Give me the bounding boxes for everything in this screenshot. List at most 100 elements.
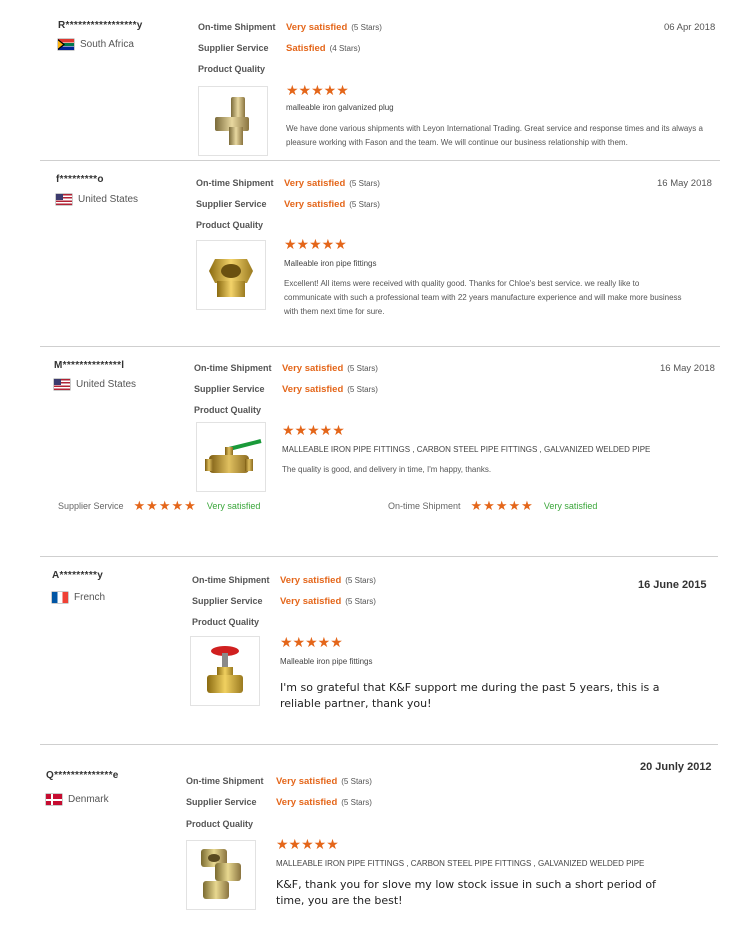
country-name: French xyxy=(74,592,106,603)
ontime-label: On-time Shipment xyxy=(192,575,270,585)
supplier-value: Satisfied (4 Stars) xyxy=(286,43,360,54)
summary-label: Supplier Service xyxy=(58,501,124,511)
buyer-name: f*********o xyxy=(56,174,104,185)
review-date: 16 May 2018 xyxy=(660,363,715,374)
galvanized-plug-icon xyxy=(215,97,249,145)
quality-label: Product Quality xyxy=(198,64,266,74)
buyer-country: United States xyxy=(54,379,136,390)
review-card: Q**************e Denmark On-time Shipmen… xyxy=(0,744,750,926)
product-name[interactable]: malleable iron galvanized plug xyxy=(286,103,394,112)
product-name[interactable]: Malleable iron pipe fittings xyxy=(280,657,373,666)
buyer-name: R*****************y xyxy=(58,20,143,31)
supplier-label: Supplier Service xyxy=(198,43,269,53)
quality-label: Product Quality xyxy=(194,405,262,415)
review-comment: We have done various shipments with Leyo… xyxy=(286,124,703,147)
product-name[interactable]: Malleable iron pipe fittings xyxy=(284,259,377,268)
ontime-value: Very satisfied (5 Stars) xyxy=(284,178,380,189)
rating-text: Very satisfied xyxy=(284,178,346,189)
supplier-label: Supplier Service xyxy=(186,797,257,807)
product-thumbnail[interactable] xyxy=(186,840,256,910)
supplier-label: Supplier Service xyxy=(194,384,265,394)
rating-text: Very satisfied xyxy=(282,384,344,395)
supplier-service-summary: Supplier Service ★★★★★ Very satisfied xyxy=(58,498,260,514)
product-name[interactable]: MALLEABLE IRON PIPE FITTINGS , CARBON ST… xyxy=(276,859,644,868)
quality-stars: ★★★★★ xyxy=(284,236,347,252)
rating-text: Satisfied xyxy=(286,43,326,54)
review-comment: K&F, thank you for slove my low stock is… xyxy=(276,878,656,907)
product-thumbnail[interactable] xyxy=(198,86,268,156)
rating-text: Very satisfied xyxy=(286,22,348,33)
review-date: 20 Junly 2012 xyxy=(640,761,712,773)
gate-valve-icon xyxy=(207,646,243,693)
star-count: (5 Stars) xyxy=(345,597,376,606)
quality-label: Product Quality xyxy=(186,819,254,829)
review-date: 16 June 2015 xyxy=(638,579,707,591)
ontime-value: Very satisfied (5 Stars) xyxy=(276,776,372,787)
review-card: A*********y French On-time Shipment Very… xyxy=(0,556,750,744)
quality-label: Product Quality xyxy=(192,617,260,627)
buyer-name: Q**************e xyxy=(46,770,119,781)
rating-text: Very satisfied xyxy=(282,363,344,374)
country-name: Denmark xyxy=(68,794,109,805)
supplier-label: Supplier Service xyxy=(196,199,267,209)
ball-valve-icon xyxy=(205,439,262,473)
quality-label: Product Quality xyxy=(196,220,264,230)
buyer-country: United States xyxy=(56,194,138,205)
supplier-label: Supplier Service xyxy=(192,596,263,606)
star-count: (4 Stars) xyxy=(329,44,361,53)
country-name: South Africa xyxy=(80,39,134,50)
product-thumbnail[interactable] xyxy=(190,636,260,706)
brass-nipple-icon xyxy=(209,259,253,297)
ontime-label: On-time Shipment xyxy=(196,178,274,188)
summary-value: Very satisfied xyxy=(206,501,261,511)
supplier-value: Very satisfied (5 Stars) xyxy=(280,596,376,607)
rating-text: Very satisfied xyxy=(284,199,346,210)
south-africa-flag-icon xyxy=(58,39,74,50)
rating-text: Very satisfied xyxy=(276,797,338,808)
country-name: United States xyxy=(76,379,137,390)
product-name[interactable]: MALLEABLE IRON PIPE FITTINGS , CARBON ST… xyxy=(282,445,650,454)
rating-text: Very satisfied xyxy=(280,596,342,607)
quality-stars: ★★★★★ xyxy=(286,82,349,98)
denmark-flag-icon xyxy=(46,794,62,805)
summary-label: On-time Shipment xyxy=(388,501,461,511)
summary-stars: ★★★★★ xyxy=(133,498,197,513)
buyer-country: South Africa xyxy=(58,39,134,50)
review-card: f*********o United States On-time Shipme… xyxy=(0,160,750,346)
brass-fittings-icon xyxy=(201,849,241,899)
quality-stars: ★★★★★ xyxy=(282,422,345,438)
review-comment: Excellent! All items were received with … xyxy=(284,279,682,316)
star-count: (5 Stars) xyxy=(351,23,382,32)
ontime-shipment-summary: On-time Shipment ★★★★★ Very satisfied xyxy=(388,498,597,514)
ontime-value: Very satisfied (5 Stars) xyxy=(286,22,382,33)
star-count: (5 Stars) xyxy=(341,777,372,786)
buyer-country: French xyxy=(52,592,105,603)
buyer-name: A*********y xyxy=(52,570,104,581)
ontime-value: Very satisfied (5 Stars) xyxy=(280,575,376,586)
star-count: (5 Stars) xyxy=(345,576,376,585)
review-comment: I'm so grateful that K&F support me duri… xyxy=(280,681,660,710)
ontime-label: On-time Shipment xyxy=(198,22,276,32)
buyer-country: Denmark xyxy=(46,794,109,805)
quality-stars: ★★★★★ xyxy=(280,634,343,650)
buyer-name: M**************l xyxy=(54,360,125,371)
product-thumbnail[interactable] xyxy=(196,240,266,310)
ontime-label: On-time Shipment xyxy=(194,363,272,373)
us-flag-icon xyxy=(54,379,70,390)
supplier-value: Very satisfied (5 Stars) xyxy=(284,199,380,210)
rating-text: Very satisfied xyxy=(276,776,338,787)
rating-text: Very satisfied xyxy=(280,575,342,586)
country-name: United States xyxy=(78,194,139,205)
review-date: 06 Apr 2018 xyxy=(664,22,716,33)
review-comment: The quality is good, and delivery in tim… xyxy=(282,465,492,474)
star-count: (5 Stars) xyxy=(341,798,372,807)
summary-stars: ★★★★★ xyxy=(470,498,534,513)
star-count: (5 Stars) xyxy=(349,200,380,209)
star-count: (5 Stars) xyxy=(347,385,378,394)
quality-stars: ★★★★★ xyxy=(276,836,339,852)
star-count: (5 Stars) xyxy=(347,364,378,373)
product-thumbnail[interactable] xyxy=(196,422,266,492)
ontime-label: On-time Shipment xyxy=(186,776,264,786)
supplier-value: Very satisfied (5 Stars) xyxy=(282,384,378,395)
us-flag-icon xyxy=(56,194,72,205)
